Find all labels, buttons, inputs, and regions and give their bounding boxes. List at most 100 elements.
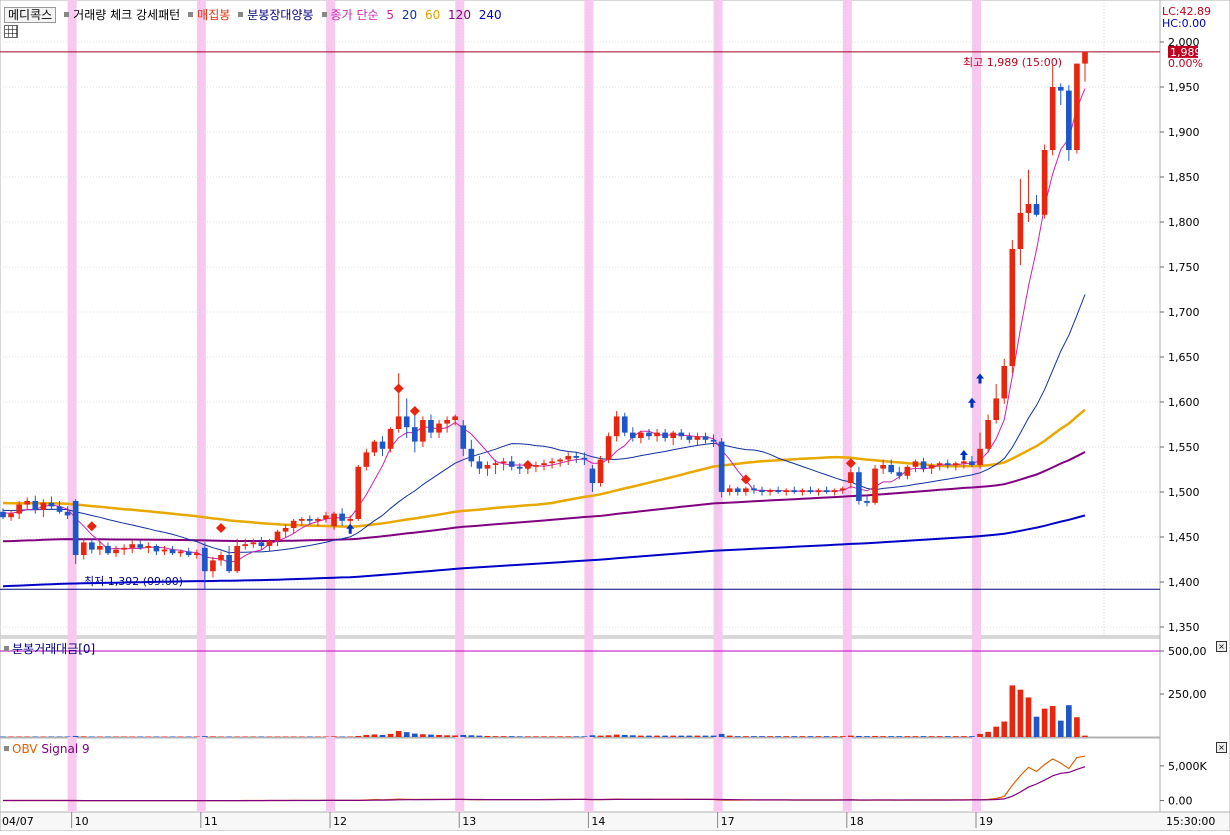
candle-body — [775, 490, 781, 492]
candle-body — [0, 511, 6, 518]
candle-body — [508, 461, 515, 467]
candle-body — [743, 488, 749, 492]
candle-body — [767, 490, 773, 492]
volume-bar — [1033, 716, 1040, 737]
time-tick-label: 13 — [462, 815, 476, 828]
candle-body — [904, 466, 911, 476]
panel-square-icon — [4, 646, 9, 651]
volume-bar — [323, 736, 329, 737]
candle-body — [24, 501, 31, 505]
volume-bar — [621, 734, 628, 737]
volume-bar — [751, 736, 757, 737]
volume-bar — [638, 735, 644, 737]
candle-body — [589, 468, 596, 483]
stock-name-tab[interactable]: 메디콕스 — [4, 7, 57, 23]
volume-bar — [468, 735, 475, 737]
volume-bar — [815, 736, 822, 737]
candle-body — [815, 490, 822, 492]
legend-item-accumulation[interactable]: 매집봉 — [197, 8, 230, 22]
candle-body — [597, 459, 604, 483]
candle-body — [1009, 249, 1016, 366]
candle-body — [331, 513, 337, 527]
legend-ma20: 20 — [401, 8, 418, 22]
volume-bar — [597, 735, 604, 737]
time-tick-label: 14 — [591, 815, 605, 828]
close-icon[interactable]: × — [1216, 641, 1227, 652]
chart-svg: 10 11 12 13 14 17 18 1904/07 15:30:002,0001,9501… — [0, 0, 1230, 832]
volume-panel — [0, 637, 1161, 738]
candle-body — [218, 555, 224, 561]
volume-bar — [64, 736, 71, 737]
volume-bar — [686, 735, 693, 737]
volume-bar — [839, 736, 846, 737]
volume-bar — [718, 733, 725, 737]
candle-body — [32, 501, 39, 510]
day-highlight-band — [842, 0, 852, 812]
volume-bar — [823, 736, 830, 737]
volume-bar — [113, 736, 119, 737]
candle-body — [436, 423, 442, 433]
volume-bar — [702, 735, 709, 737]
candle-body — [363, 452, 370, 467]
candle-body — [646, 432, 652, 437]
grid-toggle-icon[interactable] — [4, 25, 18, 38]
candle-body — [371, 441, 378, 453]
time-tick-label: 17 — [721, 815, 735, 828]
candle-body — [694, 436, 701, 440]
candle-body — [153, 546, 160, 552]
volume-bar — [1057, 720, 1064, 737]
candle-body — [920, 461, 927, 469]
candle-body — [662, 432, 668, 438]
lc-hc-readout: LC:42.89 HC:0.00 — [1162, 6, 1211, 30]
candle-body — [56, 506, 63, 512]
candle-body — [185, 551, 192, 555]
obv-tick-label: 0.00 — [1168, 795, 1193, 808]
candle-body — [395, 416, 402, 429]
obv-panel-title: OBV Signal 9 — [4, 742, 90, 756]
candle-body — [799, 490, 806, 492]
volume-bar — [985, 731, 991, 737]
candle-body — [1074, 63, 1080, 150]
volume-bar — [282, 736, 289, 737]
volume-bar — [452, 735, 459, 737]
price-tick-label: 1,350 — [1168, 621, 1200, 634]
candle-body — [1025, 204, 1032, 213]
candle-body — [64, 511, 71, 516]
volume-bar — [775, 736, 781, 737]
volume-bar — [80, 736, 87, 737]
candle-body — [444, 420, 450, 424]
volume-bar — [791, 736, 798, 737]
candle-body — [977, 448, 983, 465]
volume-bar — [185, 736, 192, 737]
candle-body — [864, 501, 870, 503]
legend-item-long-candle[interactable]: 분봉장대양봉 — [247, 8, 313, 22]
volume-bar — [912, 736, 919, 737]
day-highlight-band — [584, 0, 594, 812]
candle-body — [161, 549, 168, 552]
volume-bar — [525, 736, 531, 737]
volume-bar — [654, 735, 660, 737]
volume-bar — [1074, 717, 1080, 737]
volume-bar — [678, 735, 685, 737]
pct-tag-label: 0.00% — [1168, 57, 1203, 70]
candle-body — [969, 461, 975, 465]
volume-bar — [670, 735, 677, 737]
candle-body — [48, 502, 55, 507]
candle-body — [40, 502, 47, 510]
legend-item-volume-check[interactable]: 거래량 체크 강세패턴 — [73, 8, 180, 22]
price-tick-label: 1,850 — [1168, 171, 1200, 184]
candle-body — [16, 504, 22, 514]
candle-body — [484, 465, 491, 469]
volume-bar — [210, 736, 216, 737]
candle-body — [298, 519, 305, 521]
legend-square-icon — [238, 12, 244, 17]
legend-ma-label[interactable]: 종가 단순 — [331, 8, 379, 22]
candle-body — [476, 461, 483, 469]
candle-body — [581, 457, 588, 460]
candle-body — [856, 472, 862, 501]
candle-body — [718, 441, 725, 492]
close-icon[interactable]: × — [1216, 742, 1227, 753]
volume-bar — [759, 736, 765, 737]
volume-bar — [743, 736, 749, 737]
volume-bar — [646, 735, 652, 737]
